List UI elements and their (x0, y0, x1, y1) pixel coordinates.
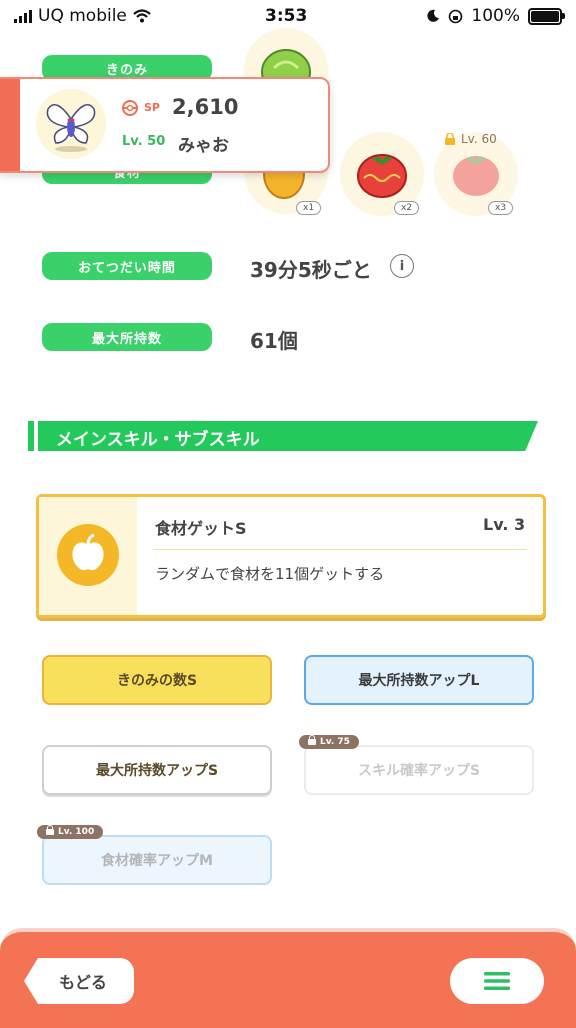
berry-label: きのみ (105, 62, 148, 78)
orientation-lock-icon (449, 9, 463, 23)
ingredient-count-3: x3 (488, 201, 514, 215)
main-skill-name: 食材ゲットS (155, 519, 247, 538)
section-title: メインスキル・サブスキル (56, 430, 260, 450)
pokemon-level: Lv. 50 (122, 134, 166, 149)
sub-skill-1[interactable]: きのみの数S (42, 655, 272, 705)
carrier-name: UQ mobile (38, 6, 127, 26)
info-icon[interactable]: i (390, 254, 414, 278)
sub-skill-4-locked[interactable]: スキル確率アップS (304, 745, 534, 795)
help-time-label: おてつだい時間 (78, 260, 176, 276)
main-skill-description: ランダムで食材を11個ゲットする (155, 565, 385, 583)
section-notch (34, 421, 38, 451)
lock-icon (308, 735, 316, 745)
lock-icon (445, 133, 455, 145)
sp-icon (122, 100, 138, 116)
moon-icon (427, 9, 440, 22)
main-skill-icon-area (39, 497, 137, 615)
main-skill-card[interactable]: 食材ゲットS Lv. 3 ランダムで食材を11個ゲットする (36, 494, 546, 618)
battery-percent: 100% (471, 6, 520, 26)
lock-icon (46, 825, 54, 835)
ingredient-lock-3: Lv. 60 (444, 132, 497, 146)
ingredient-count-2: x2 (394, 201, 420, 215)
hamburger-icon (484, 972, 510, 990)
max-carry-label-pill: 最大所持数 (42, 323, 212, 351)
max-carry-value: 61個 (250, 329, 298, 353)
sub-skill-label: 最大所持数アップL (358, 673, 480, 689)
sub-skill-label: 食材確率アップM (101, 853, 213, 869)
wifi-icon (133, 9, 151, 23)
sub-skill-3[interactable]: 最大所持数アップS (42, 745, 272, 795)
divider (153, 549, 527, 550)
carrier-info: UQ mobile (14, 6, 151, 26)
menu-button[interactable] (450, 958, 544, 1004)
ingredient-lock-level: Lv. 60 (461, 132, 497, 146)
max-carry-label: 最大所持数 (91, 331, 162, 347)
back-button[interactable]: もどる (24, 958, 134, 1004)
battery-icon (528, 7, 565, 25)
lock-level: Lv. 75 (320, 737, 350, 747)
sub-skill-4-lock: Lv. 75 (299, 735, 359, 749)
sub-skill-label: きのみの数S (116, 673, 198, 689)
pokemon-name: みゃお (178, 136, 229, 156)
sp-value: 2,610 (172, 95, 239, 119)
clock: 3:53 (265, 6, 308, 26)
help-time-value: 39分5秒ごと (250, 258, 372, 282)
main-skill-level: Lv. 3 (483, 515, 526, 534)
status-right: 100% (426, 6, 565, 26)
help-time-label-pill: おてつだい時間 (42, 252, 212, 280)
butterfly-icon (46, 104, 96, 152)
sub-skill-label: 最大所持数アップS (95, 763, 219, 779)
sub-skill-2[interactable]: 最大所持数アップL (304, 655, 534, 705)
bottom-nav: もどる (0, 928, 576, 1028)
apple-icon (57, 524, 119, 586)
back-label: もどる (59, 973, 107, 992)
popup-accent (0, 79, 20, 171)
sub-skill-label: スキル確率アップS (357, 763, 481, 779)
pokemon-avatar (36, 89, 106, 159)
sub-skill-5-locked[interactable]: 食材確率アップM (42, 835, 272, 885)
skills-section-header: メインスキル・サブスキル (28, 421, 538, 451)
lock-level: Lv. 100 (58, 827, 95, 837)
sub-skill-5-lock: Lv. 100 (37, 825, 104, 839)
pokemon-info-popup[interactable]: SP 2,610 Lv. 50 みゃお (0, 77, 330, 173)
signal-icon (14, 9, 32, 23)
sp-label: SP (144, 101, 160, 114)
ingredient-count-1: x1 (296, 201, 322, 215)
